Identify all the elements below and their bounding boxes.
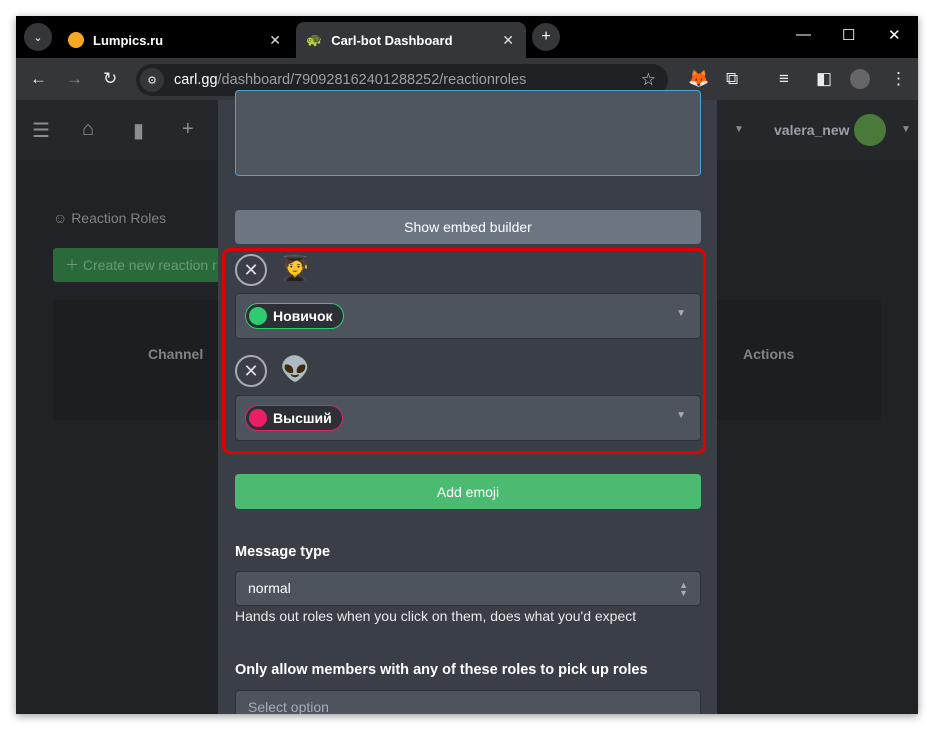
user-avatar[interactable] xyxy=(854,114,886,146)
turtle-icon: 🐢 xyxy=(306,32,323,47)
role-tag: Новичок xyxy=(245,303,344,329)
hamburger-icon[interactable]: ☰ xyxy=(32,118,50,143)
media-control-icon[interactable]: ≡ xyxy=(779,69,789,89)
tab-lumpics[interactable]: Lumpics.ru ✕ xyxy=(58,22,293,58)
forward-icon[interactable]: → xyxy=(66,69,83,89)
message-type-label: Message type xyxy=(235,544,331,560)
tab-carlbot[interactable]: 🐢 Carl-bot Dashboard ✕ xyxy=(296,22,526,58)
create-button-label: Create new reaction r xyxy=(82,257,217,273)
message-textarea[interactable] xyxy=(235,90,701,176)
book-icon[interactable]: ▮ xyxy=(133,118,144,143)
side-panel-icon[interactable]: ◧ xyxy=(816,69,832,89)
close-tab-icon[interactable]: ✕ xyxy=(502,32,514,49)
url-host: carl.gg xyxy=(174,72,218,88)
role-color-dot xyxy=(249,409,267,427)
bookmark-star-icon[interactable]: ☆ xyxy=(641,70,656,90)
role-select[interactable]: Высший ▼ xyxy=(235,395,701,441)
allow-roles-select[interactable]: Select option xyxy=(235,690,701,714)
remove-emoji-button[interactable]: ✕ xyxy=(235,355,267,387)
chevron-down-icon: ▼ xyxy=(676,308,686,319)
site-settings-icon[interactable]: ⚙ xyxy=(140,68,164,92)
student-emoji: 🧑‍🎓 xyxy=(280,255,310,282)
message-type-value: normal xyxy=(248,580,291,596)
role-tag: Высший xyxy=(245,405,343,431)
menu-icon[interactable]: ⋮ xyxy=(890,69,907,89)
close-tab-icon[interactable]: ✕ xyxy=(269,32,281,49)
chevron-down-icon: ▼ xyxy=(676,410,686,421)
extensions-icon[interactable]: ⧉ xyxy=(726,69,738,89)
role-select[interactable]: Новичок ▼ xyxy=(235,293,701,339)
section-title-text: Reaction Roles xyxy=(71,210,167,226)
metamask-icon[interactable]: 🦊 xyxy=(688,69,709,89)
section-title: ☺ Reaction Roles xyxy=(53,210,167,226)
show-embed-builder-button[interactable]: Show embed builder xyxy=(235,210,701,244)
dropdown-caret-icon[interactable]: ▼ xyxy=(734,124,744,135)
reload-icon[interactable]: ↻ xyxy=(103,69,117,89)
column-actions: Actions xyxy=(743,346,795,362)
tab-label: Carl-bot Dashboard xyxy=(331,32,453,48)
reaction-role-modal: Show embed builder ✕ 🧑‍🎓 Новичок ▼ ✕ 👽 В… xyxy=(218,90,717,714)
tab-label: Lumpics.ru xyxy=(93,32,164,48)
minimize-icon[interactable]: — xyxy=(796,26,811,43)
plus-icon[interactable]: + xyxy=(182,118,194,141)
updown-icon: ▲ ▼ xyxy=(679,580,688,598)
role-name: Новичок xyxy=(273,308,333,324)
dashboard-page: ☰ ⌂ ▮ + ▼ valera_new ▼ ☺ Reaction Roles … xyxy=(16,90,918,714)
role-name: Высший xyxy=(273,410,332,426)
tab-search-button[interactable]: ⌄ xyxy=(24,23,52,51)
close-window-icon[interactable]: ✕ xyxy=(888,26,901,44)
browser-window: ⌄ Lumpics.ru ✕ 🐢 Carl-bot Dashboard ✕ + … xyxy=(16,16,918,714)
role-color-dot xyxy=(249,307,267,325)
message-type-help: Hands out roles when you click on them, … xyxy=(235,608,637,624)
back-icon[interactable]: ← xyxy=(30,69,47,89)
profile-avatar[interactable] xyxy=(850,69,870,89)
remove-emoji-button[interactable]: ✕ xyxy=(235,254,267,286)
create-reaction-role-button[interactable]: ＋ Create new reaction r xyxy=(53,248,223,282)
new-tab-button[interactable]: + xyxy=(532,23,560,51)
column-channel: Channel xyxy=(148,346,204,362)
home-icon[interactable]: ⌂ xyxy=(82,118,94,141)
user-caret-icon[interactable]: ▼ xyxy=(901,124,911,135)
maximize-icon[interactable]: ☐ xyxy=(842,26,855,44)
url-path: /dashboard/790928162401288252/reactionro… xyxy=(217,72,527,88)
allow-roles-label: Only allow members with any of these rol… xyxy=(235,662,648,678)
orange-circle-icon xyxy=(68,32,84,48)
alien-emoji: 👽 xyxy=(280,356,310,383)
add-emoji-button[interactable]: Add emoji xyxy=(235,474,701,509)
tab-bar: ⌄ Lumpics.ru ✕ 🐢 Carl-bot Dashboard ✕ + … xyxy=(16,16,918,58)
allow-roles-placeholder: Select option xyxy=(248,699,329,714)
message-type-select[interactable]: normal ▲ ▼ xyxy=(235,571,701,606)
username[interactable]: valera_new xyxy=(774,122,850,138)
